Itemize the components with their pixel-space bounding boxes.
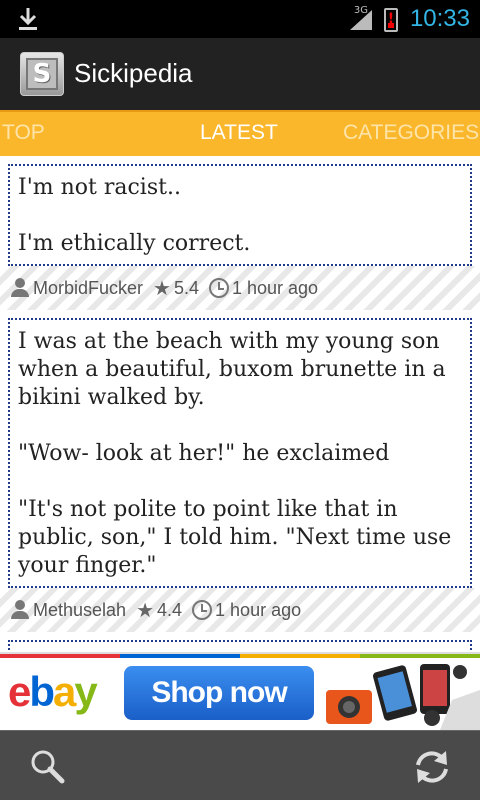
download-icon xyxy=(19,8,37,30)
post-text: "Wow- look at her!" he exclaimed xyxy=(18,441,390,466)
clock-icon xyxy=(209,278,229,298)
clock-icon xyxy=(192,600,213,620)
tab-bar: TOP LATEST CATEGORIES xyxy=(0,110,480,156)
star-icon: ★ xyxy=(153,277,171,300)
post-list[interactable]: I'm not racist.. I'm ethically correct. … xyxy=(0,156,480,652)
star-icon: ★ xyxy=(136,599,154,622)
tab-latest[interactable]: LATEST xyxy=(200,121,278,145)
post-rating: 5.4 xyxy=(173,277,199,298)
signal-icon xyxy=(350,10,372,30)
post-text: I'm not racist.. xyxy=(18,175,181,200)
bottom-bar xyxy=(0,730,480,800)
battery-icon: ! xyxy=(384,8,398,32)
tab-top[interactable]: TOP xyxy=(2,121,45,145)
post-item[interactable]: I'm not racist.. I'm ethically correct. … xyxy=(0,156,480,310)
user-icon xyxy=(10,600,30,620)
clock: 10:33 xyxy=(409,5,470,32)
shop-now-button[interactable]: Shop now xyxy=(124,666,314,720)
tab-categories[interactable]: CATEGORIES xyxy=(343,121,479,145)
post-time: 1 hour ago xyxy=(232,277,319,298)
app-logo-icon[interactable]: S xyxy=(20,52,64,96)
post-body[interactable]: I'm not racist.. I'm ethically correct. xyxy=(8,164,472,266)
ad-banner[interactable]: ebay Shop now xyxy=(0,652,480,730)
ad-stripe xyxy=(0,654,480,658)
status-bar: 3G ! 10:33 xyxy=(0,0,480,38)
ebay-logo: ebay xyxy=(8,668,98,715)
post-item[interactable]: I was at the beach with my young son whe… xyxy=(0,310,480,632)
app-title: Sickipedia xyxy=(74,58,193,88)
products-image xyxy=(326,664,480,730)
post-meta: Methuselah ★ 4.4 1 hour ago xyxy=(0,588,480,632)
post-author[interactable]: Methuselah xyxy=(33,600,126,621)
post-author[interactable]: MorbidFucker xyxy=(33,278,143,299)
post-body[interactable]: I was at the beach with my young son whe… xyxy=(8,318,472,588)
search-icon[interactable] xyxy=(26,747,70,787)
refresh-icon[interactable] xyxy=(410,747,454,787)
post-meta: MorbidFucker ★ 5.4 1 hour ago xyxy=(0,266,480,310)
post-text: I was at the beach with my young son whe… xyxy=(18,329,446,410)
post-text: "It's not polite to point like that in p… xyxy=(18,497,452,578)
user-icon xyxy=(10,278,30,298)
post-time: 1 hour ago xyxy=(215,599,302,620)
post-item-partial[interactable] xyxy=(8,640,472,652)
action-bar: S Sickipedia xyxy=(0,38,480,110)
post-rating: 4.4 xyxy=(157,599,183,620)
post-text: I'm ethically correct. xyxy=(18,231,251,256)
